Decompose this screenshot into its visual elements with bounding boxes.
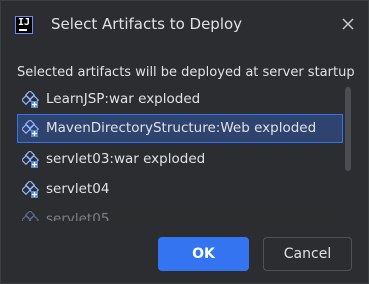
artifact-icon [20, 149, 40, 169]
list-item-selected[interactable]: MavenDirectoryStructure:Web exploded [17, 114, 343, 143]
list-bottom-fade [17, 206, 343, 221]
artifact-icon [20, 89, 40, 109]
intellij-logo-icon: IJ [15, 16, 33, 34]
list-item-label: servlet03:war exploded [46, 151, 206, 167]
artifact-icon [20, 118, 40, 138]
logo-text: IJ [18, 17, 31, 28]
artifacts-list[interactable]: LearnJSP:war exploded MavenDirectoryStru… [17, 84, 353, 221]
list-item[interactable]: servlet04 [17, 175, 343, 204]
ok-button[interactable]: OK [158, 237, 249, 271]
list-item-label: LearnJSP:war exploded [46, 91, 201, 107]
logo-underline [19, 29, 27, 31]
select-artifacts-dialog: IJ Select Artifacts to Deploy Selected a… [0, 0, 369, 284]
list-item[interactable]: servlet03:war exploded [17, 145, 343, 174]
dialog-title: Select Artifacts to Deploy [51, 15, 243, 33]
artifact-icon [20, 179, 40, 199]
title-bar: IJ Select Artifacts to Deploy [1, 1, 369, 49]
close-icon[interactable] [337, 13, 359, 35]
list-scrollbar-thumb[interactable] [345, 87, 351, 171]
list-item-label: servlet04 [46, 181, 110, 197]
description-label: Selected artifacts will be deployed at s… [17, 65, 355, 80]
list-item-label: MavenDirectoryStructure:Web exploded [46, 120, 317, 136]
list-item[interactable]: LearnJSP:war exploded [17, 85, 343, 114]
cancel-button[interactable]: Cancel [263, 237, 352, 271]
